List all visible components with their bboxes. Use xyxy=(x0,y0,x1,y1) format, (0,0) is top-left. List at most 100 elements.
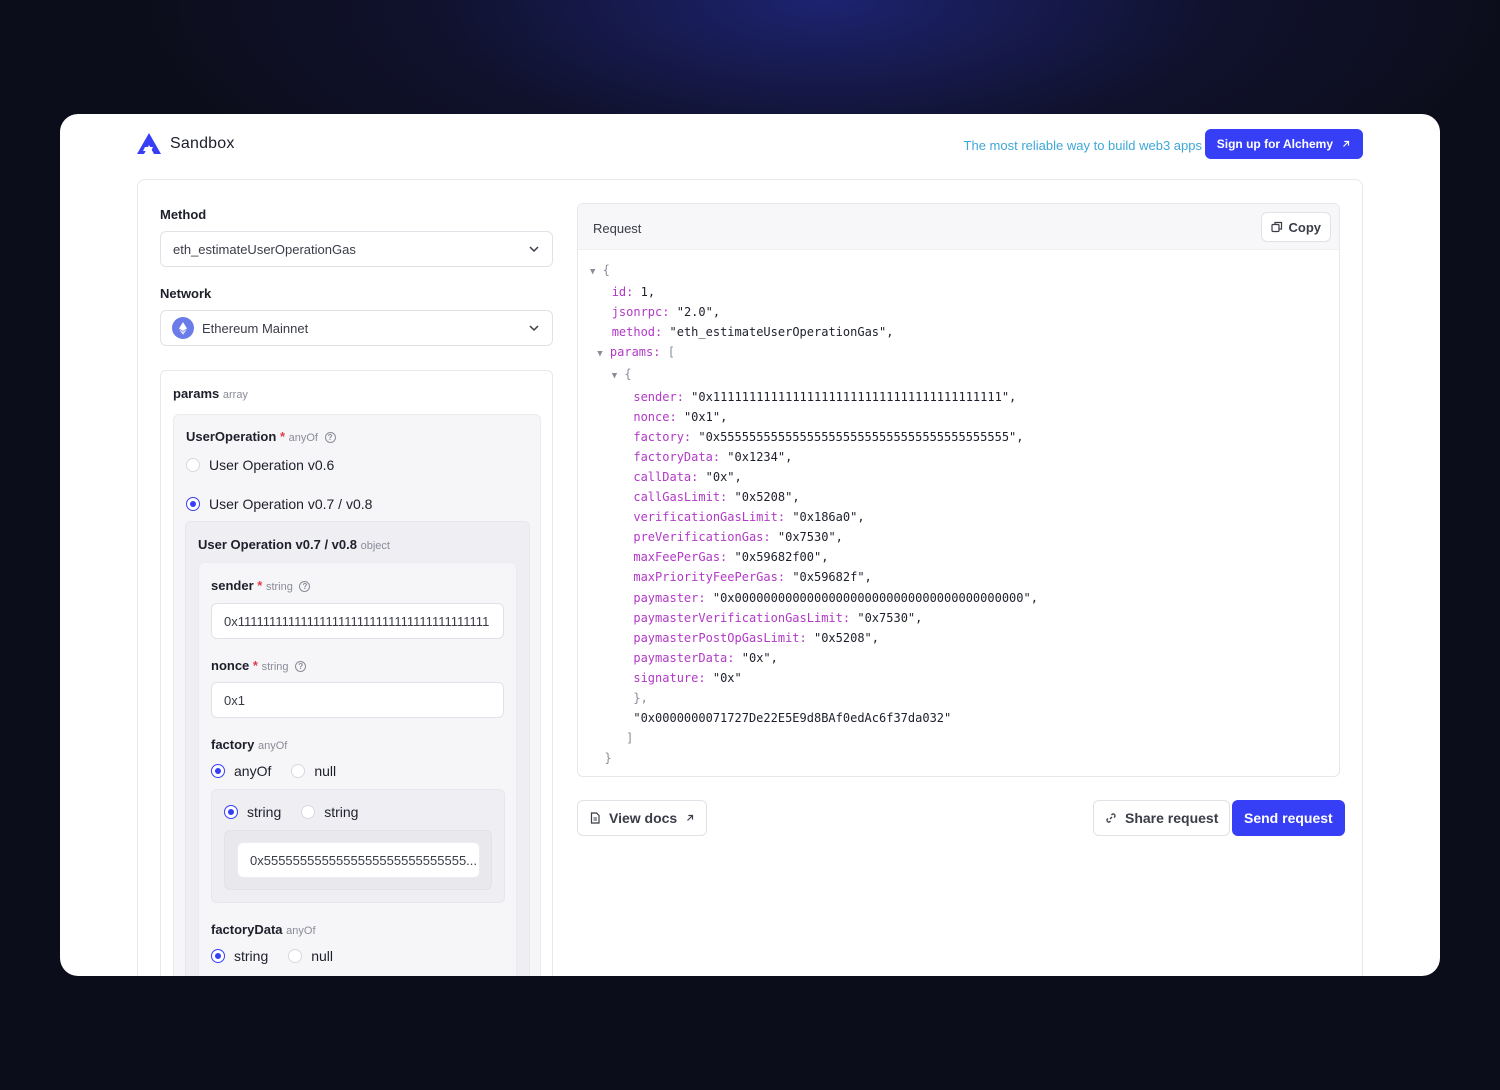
external-link-icon xyxy=(687,814,694,821)
request-header: Request Copy xyxy=(578,204,1339,250)
factory-label: factory xyxy=(211,737,255,752)
code-line: maxFeePerGas: "0x59682f00", xyxy=(590,547,1038,567)
factory-sub-option-2[interactable]: string xyxy=(324,804,358,820)
signup-button[interactable]: Sign up for Alchemy xyxy=(1204,129,1363,159)
copy-button[interactable]: Copy xyxy=(1260,212,1331,242)
collapse-toggle[interactable]: ▼ xyxy=(597,349,602,359)
code-line: jsonrpc: "2.0", xyxy=(590,302,1038,322)
user-operation-fields: sender: "0x11111111111111111111111111111… xyxy=(590,387,1038,688)
params-type: array xyxy=(222,389,248,401)
sender-value: 0x11111111111111111111111111111111111111… xyxy=(224,613,490,629)
object-fields: sender * string ? 0x11111111111111111111… xyxy=(198,562,517,976)
collapse-toggle[interactable]: ▼ xyxy=(612,371,617,381)
json-key: method: xyxy=(611,325,663,340)
radio-factory-string-1[interactable] xyxy=(224,805,238,819)
code-line: ] xyxy=(590,728,1038,748)
json-key: factoryData: xyxy=(633,449,721,464)
view-docs-label: View docs xyxy=(609,810,678,826)
factory-option-anyof[interactable]: anyOf xyxy=(234,763,271,779)
brand[interactable]: Sandbox xyxy=(136,132,235,156)
sender-heading: sender * string ? xyxy=(211,578,311,593)
help-icon[interactable]: ? xyxy=(295,661,307,672)
factory-data-heading: factoryData anyOf xyxy=(211,922,316,937)
brace-close: } xyxy=(604,751,612,766)
send-request-label: Send request xyxy=(1244,810,1333,826)
method-select[interactable]: eth_estimateUserOperationGas xyxy=(160,231,553,267)
nonce-input[interactable]: 0x1 xyxy=(211,682,504,718)
send-request-button[interactable]: Send request xyxy=(1232,800,1345,836)
json-value: "0x0000000000000000000000000000000000000… xyxy=(712,590,1038,605)
sender-input[interactable]: 0x11111111111111111111111111111111111111… xyxy=(211,603,504,639)
option-user-operation-v07[interactable]: User Operation v0.7 / v0.8 xyxy=(186,496,372,512)
network-select[interactable]: Ethereum Mainnet xyxy=(160,310,553,346)
radio-factory-data-string[interactable] xyxy=(211,949,225,963)
ethereum-icon xyxy=(172,317,194,339)
bracket-close: ] xyxy=(626,731,634,746)
nonce-label: nonce xyxy=(211,658,250,673)
json-key: callData: xyxy=(633,469,699,484)
code-line: sender: "0x11111111111111111111111111111… xyxy=(590,387,1038,407)
radio-factory-null[interactable] xyxy=(291,764,306,778)
code-line: callData: "0x", xyxy=(590,467,1038,487)
nonce-value: 0x1 xyxy=(224,692,245,708)
request-json[interactable]: ▼ { id: 1, jsonrpc: "2.0", method: "eth_… xyxy=(590,260,1038,768)
factory-heading: factory anyOf xyxy=(211,737,287,752)
radio-factory-anyof[interactable] xyxy=(211,764,225,778)
code-line: ▼ { xyxy=(590,260,1038,282)
method-label: Method xyxy=(160,207,207,222)
radio-factory-data-null[interactable] xyxy=(288,949,303,963)
code-line: }, xyxy=(590,688,1038,708)
factory-input[interactable]: 0x5555555555555555555555555555... xyxy=(237,842,480,878)
code-line: method: "eth_estimateUserOperationGas", xyxy=(590,322,1038,342)
json-key: sender: xyxy=(633,389,684,404)
network-value: Ethereum Mainnet xyxy=(202,320,309,336)
chevron-down-icon xyxy=(529,246,539,253)
json-key: jsonrpc: xyxy=(611,305,670,320)
user-operation-label: UserOperation xyxy=(186,429,277,444)
json-value: "0x" xyxy=(712,670,742,685)
view-docs-button[interactable]: View docs xyxy=(577,800,708,836)
code-line: paymasterPostOpGasLimit: "0x5208", xyxy=(590,628,1038,648)
radio-factory-string-2[interactable] xyxy=(301,805,316,819)
option-v06-label: User Operation v0.6 xyxy=(209,457,335,473)
help-icon[interactable]: ? xyxy=(324,432,336,443)
radio-v07[interactable] xyxy=(186,497,200,511)
required-marker: * xyxy=(257,578,263,593)
json-key: paymasterPostOpGasLimit: xyxy=(633,630,807,645)
collapse-toggle[interactable]: ▼ xyxy=(590,267,595,277)
factory-option-null[interactable]: null xyxy=(314,763,336,779)
entry-point-value: "0x0000000071727De22E5E9d8BAf0edAc6f37da… xyxy=(633,711,952,726)
json-key: signature: xyxy=(633,670,706,685)
code-line: } xyxy=(590,748,1038,768)
json-value: "0x5208", xyxy=(734,490,800,505)
code-line: signature: "0x" xyxy=(590,668,1038,688)
help-icon[interactable]: ? xyxy=(299,581,311,592)
factory-data-option-string[interactable]: string xyxy=(234,948,268,964)
factory-sub-option-1[interactable]: string xyxy=(247,804,281,820)
object-heading: User Operation v0.7 / v0.8 object xyxy=(198,537,390,552)
code-line: nonce: "0x1", xyxy=(590,407,1038,427)
sender-type: string xyxy=(265,581,293,593)
option-user-operation-v06[interactable]: User Operation v0.6 xyxy=(186,457,334,473)
request-title: Request xyxy=(593,221,642,236)
brace-open: { xyxy=(602,263,610,277)
factory-data-label: factoryData xyxy=(211,922,283,937)
json-value: 1, xyxy=(640,285,656,300)
factory-value: 0x5555555555555555555555555555... xyxy=(250,852,478,868)
json-value: "0x1", xyxy=(683,409,728,424)
share-request-button[interactable]: Share request xyxy=(1093,800,1231,836)
json-key: factory: xyxy=(633,429,692,444)
code-line: factoryData: "0x1234", xyxy=(590,447,1038,467)
radio-v06[interactable] xyxy=(186,458,200,472)
json-key: verificationGasLimit: xyxy=(633,510,786,525)
nonce-type: string xyxy=(261,661,289,673)
external-link-icon xyxy=(1343,140,1350,147)
factory-data-option-null[interactable]: null xyxy=(311,948,333,964)
factory-options: anyOf null xyxy=(211,763,336,779)
json-value: "0x7530", xyxy=(857,610,923,625)
json-key: maxPriorityFeePerGas: xyxy=(633,570,786,585)
json-key: nonce: xyxy=(633,409,677,424)
json-value: "0x", xyxy=(741,650,778,665)
tagline-link[interactable]: The most reliable way to build web3 apps xyxy=(964,138,1202,153)
code-line: ▼ params: [ xyxy=(590,342,1038,364)
